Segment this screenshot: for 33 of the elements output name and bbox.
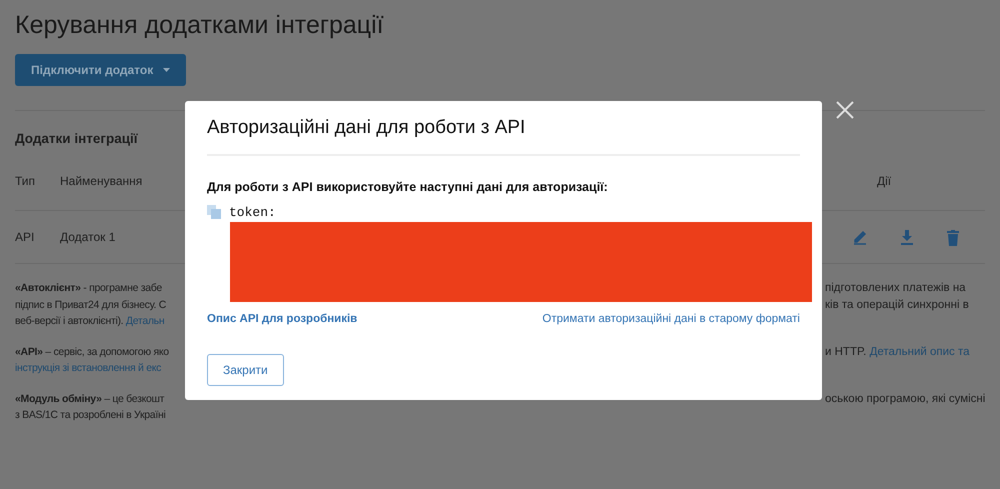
description-text: «API» – сервіс, за допомогою яко	[15, 344, 170, 360]
modal-title: Авторизаційні дані для роботи з API	[207, 117, 800, 156]
column-header: Дії	[876, 172, 892, 190]
caret-icon	[163, 68, 170, 72]
pencil-icon[interactable]	[852, 228, 868, 244]
token-label: token:	[229, 204, 276, 222]
description-text: «Автоклієнт» - програмне забе	[15, 281, 163, 296]
instruction-text: Для роботи з API використовуйте наступні дані для авторизації:	[207, 178, 609, 196]
column-header: Найменування	[60, 172, 144, 190]
section-title: Додатки інтеграції	[15, 130, 138, 148]
table-cell-text: Додаток 1	[60, 229, 116, 246]
column-header: Тип	[15, 172, 36, 190]
copy-icon[interactable]	[207, 205, 221, 220]
description-text: и HTTP. Детальний опис та	[824, 344, 970, 360]
download-icon[interactable]	[899, 228, 915, 244]
description-text: підготовлених платежів на	[824, 281, 966, 296]
api-link[interactable]: Отримати авторизаційні дані в старому форматі	[542, 311, 800, 328]
trash-icon[interactable]	[946, 228, 960, 246]
close-icon[interactable]	[835, 100, 855, 120]
description-text: «Модуль обміну» – це безкошт	[15, 392, 166, 406]
description-text: веб-версії і автоклієнті). Детальн	[15, 314, 166, 329]
description-text: з BAS/1С та розроблені в Україні	[15, 408, 166, 423]
table-cell-text: API	[15, 229, 36, 246]
connect-button[interactable]: Підключити додаток	[15, 54, 186, 86]
description-text: ків та операцій синхронні в	[824, 298, 969, 312]
detail-link[interactable]: Детальний опис та	[870, 346, 970, 358]
description-text: підпис в Приват24 для бізнесу. С	[15, 298, 168, 312]
description-text: оською програмою, які сумісні	[824, 392, 986, 406]
page-title: Керування додатками інтеграції	[15, 10, 385, 40]
close-button[interactable]: Закрити	[207, 354, 284, 386]
detail-link[interactable]: інструкція зі встановлення й екс	[15, 360, 183, 376]
api-link[interactable]: Опис API для розробників	[207, 311, 358, 328]
detail-link[interactable]: Детальн	[126, 315, 164, 327]
